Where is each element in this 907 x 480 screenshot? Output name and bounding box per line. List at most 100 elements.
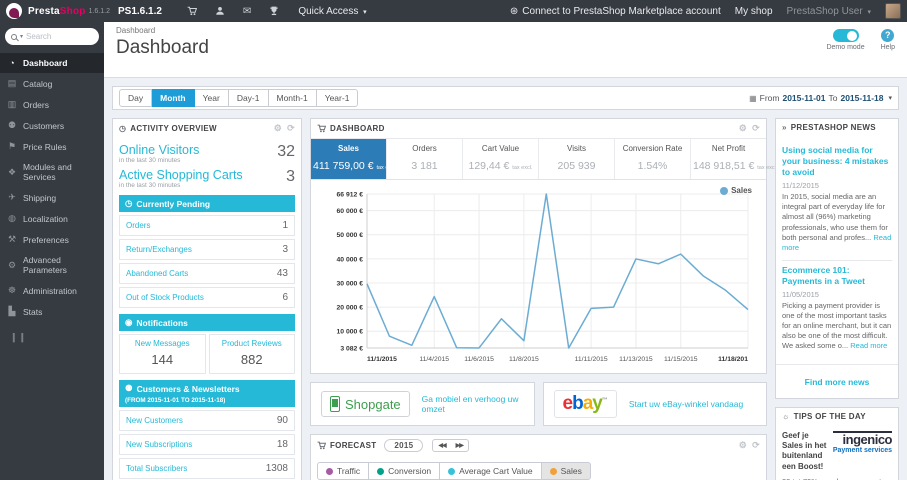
sidebar-collapse-toggle[interactable]: ❙❙ bbox=[10, 332, 104, 343]
kpi-row: Sales 411 759,00 € tax excl. Orders 3 181 … bbox=[311, 138, 777, 180]
main-area: Dashboard Dashboard Demo mode ? Help Day… bbox=[104, 22, 907, 480]
refresh-icon[interactable]: ⟳ bbox=[752, 440, 760, 451]
sidebar-item-advanced-parameters[interactable]: ⚙ Advanced Parameters bbox=[0, 250, 104, 280]
bar-chart-icon: ▙ bbox=[8, 306, 16, 316]
cart-icon bbox=[317, 441, 326, 450]
sidebar-item-catalog[interactable]: ▤ Catalog bbox=[0, 73, 104, 94]
legend-conversion-button[interactable]: Conversion bbox=[369, 462, 441, 480]
forecast-panel: FORECAST 2015 ◀◀ ▶▶ ⚙ ⟳ Traffic Conversio… bbox=[310, 434, 767, 480]
rss-icon: » bbox=[782, 123, 787, 132]
dashboard-panel: DASHBOARD ⚙ ⟳ Sales 411 759,00 € tax excl.… bbox=[310, 118, 777, 374]
new-customers-link[interactable]: New Customers bbox=[126, 416, 183, 425]
filter-month-button[interactable]: Month bbox=[152, 89, 195, 107]
new-subscriptions-link[interactable]: New Subscriptions bbox=[126, 440, 192, 449]
chevron-down-icon: ▾ bbox=[888, 95, 892, 102]
filter-day-button[interactable]: Day bbox=[119, 89, 153, 107]
active-carts-link[interactable]: Active Shopping Carts bbox=[119, 168, 295, 182]
kpi-sales[interactable]: Sales 411 759,00 € tax excl. bbox=[311, 139, 397, 179]
read-more-link[interactable]: Read more bbox=[850, 341, 887, 350]
settings-icon[interactable]: ⚙ bbox=[739, 440, 747, 451]
help-icon[interactable]: ? bbox=[881, 29, 895, 42]
cart-icon[interactable] bbox=[187, 6, 197, 16]
help-control[interactable]: ? Help bbox=[881, 29, 895, 51]
content: Day Month Year Day-1 Month-1 Year-1 ▦ Fr… bbox=[104, 78, 907, 480]
orders-link[interactable]: Orders bbox=[126, 221, 150, 230]
search-input[interactable] bbox=[26, 32, 85, 41]
sidebar-search[interactable]: ▾ bbox=[5, 28, 99, 45]
ebay-logo: ebay™ bbox=[553, 390, 617, 418]
sidebar-item-administration[interactable]: ☸ Administration bbox=[0, 280, 104, 301]
svg-text:11/4/2015: 11/4/2015 bbox=[419, 356, 449, 363]
search-icon bbox=[11, 33, 17, 40]
date-range-picker[interactable]: ▦ From 2015-11-01 To 2015-11-18 ▾ bbox=[749, 93, 892, 103]
sidebar: ▾ ◔Dashboard ▤Catalog ▥Orders ⚉Customers… bbox=[0, 22, 104, 480]
total-subscribers-link[interactable]: Total Subscribers bbox=[126, 464, 187, 473]
product-reviews-link[interactable]: Product Reviews bbox=[212, 339, 293, 348]
globe-icon: ◍ bbox=[8, 213, 16, 223]
legend-traffic-button[interactable]: Traffic bbox=[317, 462, 370, 480]
sidebar-item-stats[interactable]: ▙ Stats bbox=[0, 301, 104, 322]
returns-link[interactable]: Return/Exchanges bbox=[126, 245, 192, 254]
sidebar-item-price-rules[interactable]: ⚑ Price Rules bbox=[0, 136, 104, 157]
filter-month-1-button[interactable]: Month-1 bbox=[268, 89, 317, 107]
marketplace-icon: ⊛ bbox=[509, 5, 519, 17]
sidebar-item-localization[interactable]: ◍ Localization bbox=[0, 208, 104, 229]
customer-icon[interactable] bbox=[215, 6, 225, 16]
news-article: Ecommerce 101: Payments in a Tweet 11/05… bbox=[782, 259, 892, 359]
sidebar-item-orders[interactable]: ▥ Orders bbox=[0, 94, 104, 115]
conversion-dot-icon bbox=[377, 467, 385, 475]
news-article-title[interactable]: Using social media for your business: 4 … bbox=[782, 145, 892, 178]
clock-icon: ◷ bbox=[119, 124, 127, 133]
legend-sales-button[interactable]: Sales bbox=[541, 462, 591, 480]
kpi-conversion-rate[interactable]: Conversion Rate 1.54% bbox=[614, 139, 690, 179]
calendar-icon: ▦ bbox=[749, 93, 757, 103]
news-article-title[interactable]: Ecommerce 101: Payments in a Tweet bbox=[782, 265, 892, 287]
filter-day-1-button[interactable]: Day-1 bbox=[228, 89, 269, 107]
abandoned-carts-link[interactable]: Abandoned Carts bbox=[126, 269, 188, 278]
sidebar-item-customers[interactable]: ⚉ Customers bbox=[0, 115, 104, 136]
settings-icon[interactable]: ⚙ bbox=[274, 123, 282, 134]
svg-text:11/8/2015: 11/8/2015 bbox=[509, 356, 539, 363]
average-cart-value-dot-icon bbox=[448, 467, 456, 475]
demo-mode-toggle[interactable] bbox=[832, 29, 859, 42]
kpi-orders[interactable]: Orders 3 181 bbox=[386, 139, 462, 179]
online-visitors-value: 32 bbox=[277, 143, 295, 160]
new-messages-link[interactable]: New Messages bbox=[122, 339, 203, 348]
messages-icon[interactable]: ✉ bbox=[243, 6, 251, 17]
sidebar-item-shipping[interactable]: ✈ Shipping bbox=[0, 187, 104, 208]
marketplace-link[interactable]: ⊛ Connect to PrestaShop Marketplace accou… bbox=[510, 6, 721, 17]
sidebar-item-dashboard[interactable]: ◔ Dashboard bbox=[0, 53, 104, 73]
kpi-visits[interactable]: Visits 205 939 bbox=[538, 139, 614, 179]
quick-access-menu[interactable]: Quick Access ▾ bbox=[298, 6, 366, 17]
user-menu[interactable]: PrestaShop User ▾ bbox=[787, 6, 871, 17]
filter-year-1-button[interactable]: Year-1 bbox=[316, 89, 359, 107]
user-avatar[interactable] bbox=[885, 3, 901, 19]
kpi-net-profit[interactable]: Net Profit 148 918,51 € tax excl. bbox=[690, 139, 777, 179]
sales-chart: Sales 66 912 € 60 000 € 50 000 € 40 000 € 30… bbox=[311, 180, 766, 373]
kpi-cart-value[interactable]: Cart Value 129,44 € tax excl. bbox=[462, 139, 538, 179]
find-more-news-link[interactable]: Find more news bbox=[805, 377, 870, 387]
legend-average-cart-value-button[interactable]: Average Cart Value bbox=[440, 462, 542, 480]
demo-mode-control[interactable]: Demo mode bbox=[826, 29, 865, 51]
out-of-stock-row: Out of Stock Products 6 bbox=[119, 287, 295, 308]
previous-year-button[interactable]: ◀◀ bbox=[433, 440, 450, 451]
filter-year-button[interactable]: Year bbox=[194, 89, 229, 107]
out-of-stock-link[interactable]: Out of Stock Products bbox=[126, 293, 204, 302]
sidebar-item-modules[interactable]: ❖ Modules and Services bbox=[0, 157, 104, 187]
trophy-icon[interactable] bbox=[269, 6, 279, 16]
online-visitors-link[interactable]: Online Visitors bbox=[119, 143, 295, 157]
settings-icon[interactable]: ⚙ bbox=[739, 123, 747, 134]
next-year-button[interactable]: ▶▶ bbox=[451, 440, 468, 451]
refresh-icon[interactable]: ⟳ bbox=[287, 123, 295, 134]
traffic-dot-icon bbox=[326, 467, 333, 475]
my-shop-link[interactable]: My shop bbox=[735, 6, 773, 17]
svg-text:66 912 €: 66 912 € bbox=[337, 191, 364, 198]
shopgate-link[interactable]: Ga mobiel en verhoog uw omzet bbox=[422, 394, 524, 414]
shop-name: PS1.6.1.2 bbox=[118, 5, 162, 17]
svg-text:60 000 €: 60 000 € bbox=[337, 208, 364, 215]
forecast-panel-title: FORECAST bbox=[330, 441, 377, 450]
page-title: Dashboard bbox=[116, 37, 209, 58]
ebay-link[interactable]: Start uw eBay-winkel vandaag bbox=[629, 399, 743, 409]
sidebar-item-preferences[interactable]: ⚒ Preferences bbox=[0, 229, 104, 250]
refresh-icon[interactable]: ⟳ bbox=[752, 123, 760, 134]
